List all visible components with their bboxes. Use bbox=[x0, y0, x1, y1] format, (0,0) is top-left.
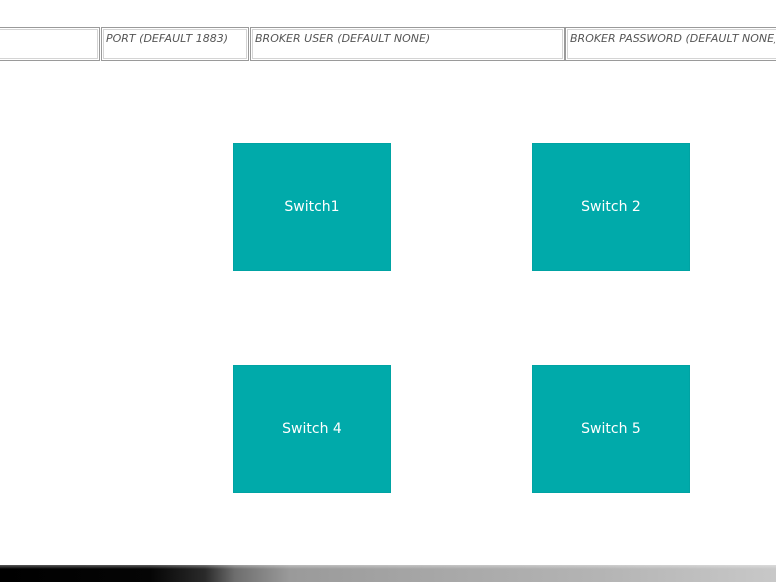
broker-password-field[interactable] bbox=[565, 27, 776, 61]
switch-5-label: Switch 5 bbox=[581, 421, 641, 437]
switch-1-button[interactable]: Switch1 bbox=[233, 143, 391, 271]
broker-host-input[interactable] bbox=[1, 31, 95, 45]
broker-port-input[interactable] bbox=[106, 31, 244, 45]
taskbar-strip bbox=[0, 565, 776, 582]
switch-2-label: Switch 2 bbox=[581, 199, 641, 215]
broker-settings-row bbox=[0, 27, 776, 61]
switch-2-button[interactable]: Switch 2 bbox=[532, 143, 690, 271]
switch-1-label: Switch1 bbox=[284, 199, 340, 215]
broker-port-field[interactable] bbox=[101, 27, 249, 61]
switch-5-button[interactable]: Switch 5 bbox=[532, 365, 690, 493]
broker-user-input[interactable] bbox=[255, 31, 560, 45]
broker-host-field[interactable] bbox=[0, 27, 100, 61]
broker-user-field[interactable] bbox=[250, 27, 565, 61]
switch-4-label: Switch 4 bbox=[282, 421, 342, 437]
switch-4-button[interactable]: Switch 4 bbox=[233, 365, 391, 493]
broker-password-input[interactable] bbox=[570, 31, 775, 45]
